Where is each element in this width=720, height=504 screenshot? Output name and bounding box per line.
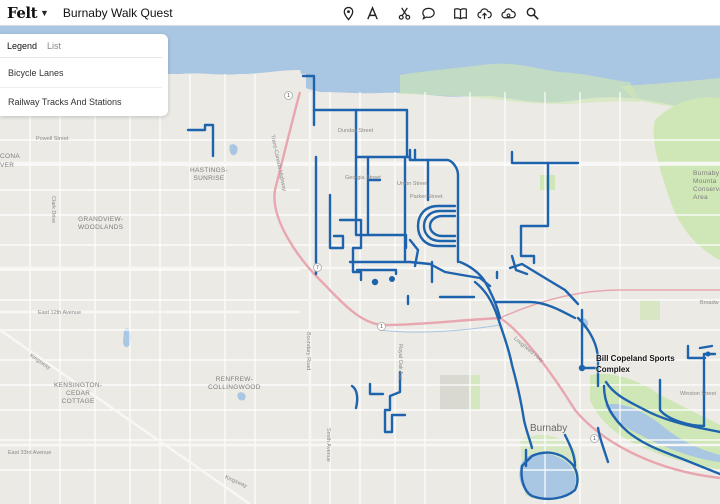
rail-faint: [379, 324, 501, 333]
stop-dot: [389, 276, 395, 282]
stop-dot: [578, 364, 586, 372]
map-title[interactable]: Burnaby Walk Quest: [63, 6, 173, 20]
road-smith: Smith Avenue: [325, 428, 331, 462]
legend-panel: Legend List Bicycle Lanes Railway Tracks…: [0, 34, 168, 116]
highway-shield-1: 1: [284, 91, 293, 100]
route-segment: [508, 262, 580, 306]
poi-bill-copeland[interactable]: Bill Copeland Sports Complex: [596, 353, 675, 375]
road-clark: Clark Drive: [50, 196, 56, 224]
road-dundas: Dundas Street: [338, 128, 374, 134]
road-east33: East 33rd Avenue: [8, 450, 52, 456]
felt-logo[interactable]: Felt: [7, 4, 38, 22]
park-small-2: [470, 375, 480, 410]
pond-3: [237, 392, 246, 401]
stop-dot: [705, 351, 711, 357]
park-small-4: [640, 300, 660, 320]
road-broadway: Broadw: [700, 300, 719, 306]
stop-dot: [371, 278, 379, 286]
road-east12: East 12th Avenue: [38, 310, 82, 316]
label-renfrew-collingwood: RENFREW- COLLINGWOOD: [208, 376, 261, 391]
cloud-data-icon[interactable]: [496, 1, 520, 25]
layer-railway[interactable]: Railway Tracks And Stations: [0, 88, 168, 116]
chevron-down-icon[interactable]: ▼: [40, 8, 49, 18]
pin-icon[interactable]: [336, 1, 360, 25]
legend-tabs: Legend List: [0, 34, 162, 58]
route-segment: [350, 384, 359, 410]
street-grid: [0, 74, 720, 504]
route-segment: [428, 214, 457, 238]
route-segment: [328, 193, 345, 250]
road-union: Union Street: [397, 181, 428, 187]
search-icon[interactable]: [520, 1, 544, 25]
route-segment: [354, 155, 408, 250]
label-cona: CONA: [0, 153, 20, 160]
label-kensington: KENSINGTON- CEDAR COTTAGE: [54, 382, 103, 405]
label-burnaby: Burnaby: [530, 423, 568, 434]
road-winston: Winston Street: [680, 391, 717, 397]
highway-shield-1b: 1: [377, 322, 386, 331]
scissors-icon[interactable]: [392, 1, 416, 25]
toolbar: [336, 0, 544, 26]
comment-icon[interactable]: [416, 1, 440, 25]
text-tool-icon[interactable]: [360, 1, 384, 25]
route-segment: [408, 148, 417, 162]
layer-label: Railway Tracks And Stations: [8, 97, 122, 107]
road-georgia: Georgia Street: [345, 175, 381, 181]
park-small-3: [440, 375, 470, 410]
route-segment: [354, 155, 420, 162]
label-burnaby-mountain: Burnaby Mounta Conserva Area: [693, 170, 720, 201]
top-bar: Felt ▼ Burnaby Walk Quest: [0, 0, 720, 26]
tab-list[interactable]: List: [47, 41, 61, 51]
label-grandview-woodlands: GRANDVIEW- WOODLANDS: [78, 216, 124, 231]
route-segment: [355, 268, 398, 276]
upload-cloud-icon[interactable]: [472, 1, 496, 25]
road-powell: Powell Street: [36, 136, 69, 142]
layer-bicycle-lanes[interactable]: Bicycle Lanes: [0, 58, 162, 88]
book-icon[interactable]: [448, 1, 472, 25]
road-boundary: Boundary Road: [305, 332, 311, 371]
road-royal-oak: Royal Oak Ave: [397, 344, 403, 381]
highway-shield-7: 7: [313, 263, 322, 272]
route-segment: [473, 280, 534, 450]
highway-shield-1c: 1: [590, 434, 599, 443]
tab-legend[interactable]: Legend: [7, 41, 37, 51]
label-hastings-sunrise: HASTINGS- SUNRISE: [190, 167, 229, 182]
layer-label: Bicycle Lanes: [8, 67, 64, 78]
pond-2: [229, 144, 238, 156]
road-parker: Parker Street: [410, 194, 443, 200]
label-ver: VER: [0, 162, 15, 169]
